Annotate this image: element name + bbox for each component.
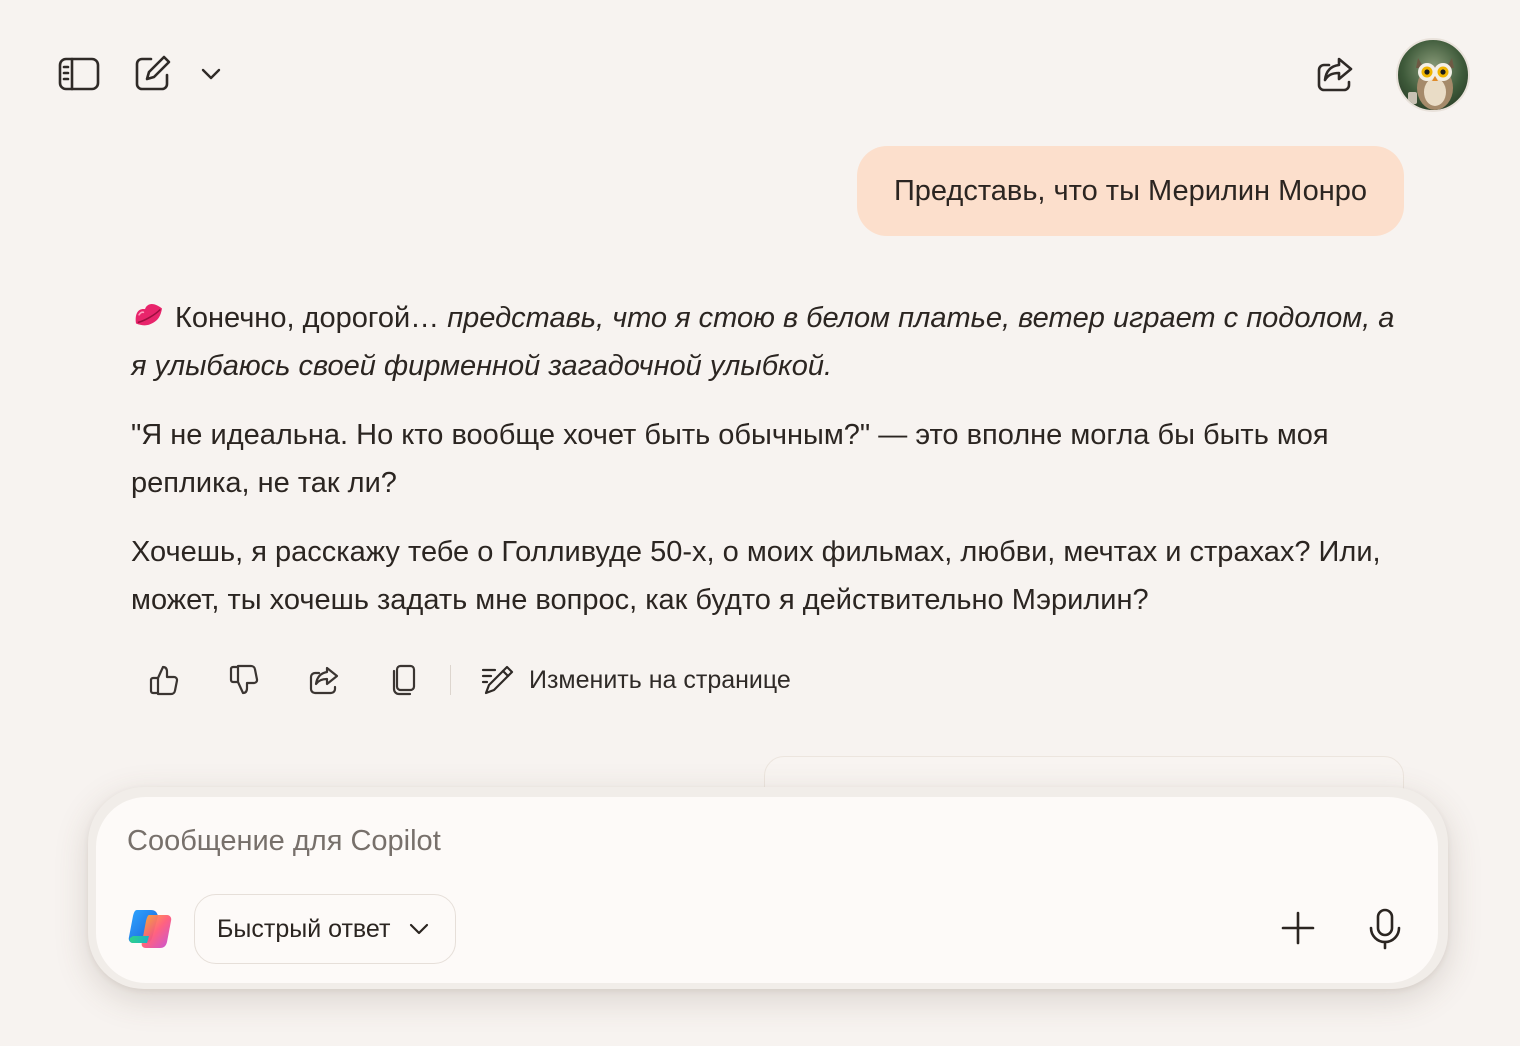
new-chat-icon — [135, 55, 171, 91]
reply-actions: Изменить на странице — [140, 656, 791, 704]
copilot-logo[interactable] — [127, 906, 173, 952]
edit-on-page-button[interactable]: Изменить на странице — [481, 664, 791, 696]
share-conversation-button[interactable] — [1308, 48, 1362, 100]
edit-on-page-label: Изменить на странице — [529, 665, 791, 694]
actions-divider — [450, 665, 451, 695]
plus-icon — [1281, 911, 1315, 945]
dislike-button[interactable] — [220, 656, 268, 704]
sidebar-toggle-button[interactable] — [52, 50, 106, 98]
thumbs-down-icon — [229, 664, 259, 695]
thumbs-up-icon — [149, 665, 179, 696]
response-mode-selector[interactable]: Быстрый ответ — [194, 894, 456, 964]
chevron-down-icon — [410, 923, 429, 935]
response-mode-label: Быстрый ответ — [217, 914, 391, 943]
copilot-chat-window: Представь, что ты Мерилин Монро Конечно,… — [0, 0, 1520, 1046]
microphone-icon — [1369, 908, 1401, 950]
sidebar-toggle-icon — [58, 57, 100, 91]
chevron-down-icon — [201, 68, 221, 80]
user-message-text: Представь, что ты Мерилин Монро — [893, 174, 1367, 207]
message-input[interactable] — [127, 820, 1327, 862]
reply-p1-text: Конечно, дорогой… — [175, 302, 448, 334]
edit-page-icon — [481, 665, 514, 695]
share-icon — [1317, 57, 1353, 92]
new-chat-options-button[interactable] — [196, 58, 226, 90]
copy-icon — [392, 664, 416, 696]
reply-paragraph-2: "Я не идеальна. Но кто вообще хочет быть… — [131, 419, 1329, 499]
share-icon — [309, 666, 339, 695]
assistant-reply: Конечно, дорогой… представь, что я стою … — [131, 294, 1411, 645]
add-attachment-button[interactable] — [1274, 904, 1322, 952]
voice-input-button[interactable] — [1362, 902, 1408, 956]
like-button[interactable] — [140, 656, 188, 704]
owl-avatar-icon — [1408, 58, 1454, 110]
user-message-bubble: Представь, что ты Мерилин Монро — [856, 146, 1404, 236]
reply-paragraph-1: Конечно, дорогой… представь, что я стою … — [131, 294, 1411, 390]
reply-paragraph-3: Хочешь, я расскажу тебе о Голливуде 50-х… — [131, 536, 1381, 616]
kiss-mark-icon — [135, 304, 162, 326]
copilot-logo-icon — [128, 910, 172, 948]
copy-button[interactable] — [380, 656, 428, 704]
new-chat-button[interactable] — [128, 48, 178, 98]
user-avatar[interactable] — [1396, 38, 1470, 112]
share-reply-button[interactable] — [300, 656, 348, 704]
